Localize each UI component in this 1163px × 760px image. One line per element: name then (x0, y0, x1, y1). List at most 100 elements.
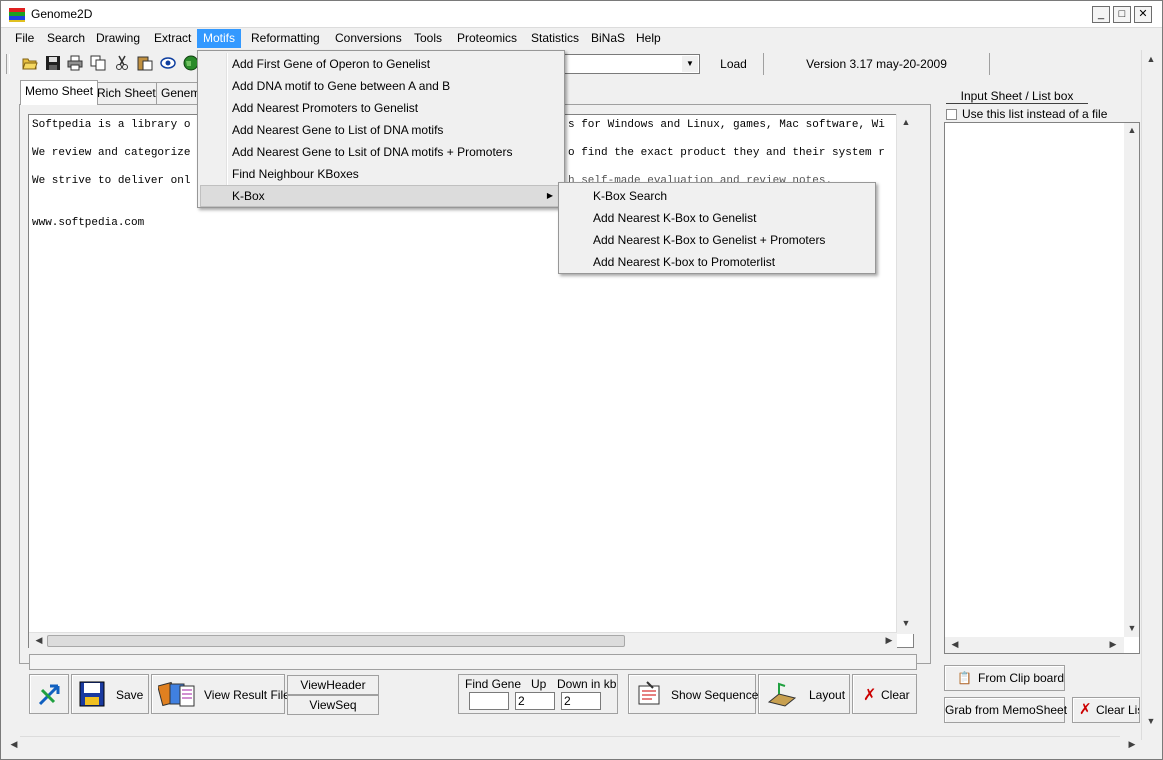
menu-item-add-nearest-kbox-genelist[interactable]: Add Nearest K-Box to Genelist (561, 207, 873, 229)
kbox-submenu: K-Box Search Add Nearest K-Box to Geneli… (558, 182, 876, 274)
menu-binas[interactable]: BiNaS (585, 29, 631, 48)
view-result-file-button[interactable]: View Result File (151, 674, 290, 714)
files-icon (158, 681, 195, 707)
memo-line: We strive to deliver onl (32, 175, 191, 187)
status-horizontal-scrollbar[interactable]: ◀ ▶ (11, 736, 1135, 752)
scroll-up-icon[interactable]: ▲ (1124, 125, 1140, 135)
open-folder-icon[interactable] (22, 55, 38, 71)
window-vertical-scrollbar[interactable]: ▲ ▼ (1141, 50, 1161, 740)
scroll-down-icon[interactable]: ▼ (898, 618, 914, 628)
menu-reformatting[interactable]: Reformatting (245, 29, 326, 48)
input-sheet-title: Input Sheet / List box (946, 89, 1088, 104)
scroll-down-icon[interactable]: ▼ (1124, 623, 1140, 633)
memo-line: www.softpedia.com (32, 217, 145, 229)
grab-from-memo-button[interactable]: Grab from MemoSheet (944, 697, 1067, 723)
file-combo[interactable]: ▼ (560, 54, 700, 74)
clipboard-icon: 📋 (957, 671, 972, 685)
menu-tools[interactable]: Tools (408, 29, 448, 48)
scroll-up-icon[interactable]: ▲ (1143, 54, 1159, 64)
menu-proteomics[interactable]: Proteomics (451, 29, 523, 48)
version-label: Version 3.17 may-20-2009 (764, 53, 990, 75)
scroll-down-icon[interactable]: ▼ (1143, 716, 1159, 726)
show-sequence-label: Show Sequence (671, 688, 759, 702)
down-input[interactable]: 2 (561, 692, 601, 710)
menu-item-add-first-gene[interactable]: Add First Gene of Operon to Genelist (200, 53, 562, 75)
scroll-left-icon[interactable]: ◀ (6, 739, 22, 750)
paste-icon[interactable] (137, 55, 153, 71)
scroll-left-icon[interactable]: ◀ (947, 639, 963, 650)
list-horizontal-scrollbar[interactable]: ◀ ▶ (945, 637, 1124, 653)
menu-item-add-nearest-gene-motifs[interactable]: Add Nearest Gene to List of DNA motifs (200, 119, 562, 141)
minimize-button[interactable]: _ (1092, 6, 1110, 23)
progress-bar (29, 654, 917, 670)
memo-line-fragment: s for Windows and Linux, games, Mac soft… (568, 119, 885, 131)
menu-item-kbox[interactable]: K-Box ▶ (200, 185, 562, 207)
submenu-arrow-icon: ▶ (546, 191, 553, 200)
from-clipboard-button[interactable]: 📋 From Clip board (944, 665, 1065, 691)
clear-button[interactable]: ✗ Clear (852, 674, 917, 714)
close-button[interactable]: ✕ (1134, 6, 1152, 23)
eye-icon[interactable] (160, 55, 176, 71)
scroll-right-icon[interactable]: ▶ (1105, 639, 1121, 650)
menu-extract[interactable]: Extract (148, 29, 197, 48)
menu-item-kbox-search[interactable]: K-Box Search (561, 185, 873, 207)
find-gene-input[interactable] (469, 692, 509, 710)
scroll-left-icon[interactable]: ◀ (31, 635, 47, 646)
menu-item-add-nearest-gene-motifs-promoters[interactable]: Add Nearest Gene to Lsit of DNA motifs +… (200, 141, 562, 163)
list-vertical-scrollbar[interactable]: ▲ ▼ (1124, 123, 1139, 637)
print-icon[interactable] (67, 55, 83, 71)
load-button[interactable]: Load (704, 53, 764, 75)
from-clipboard-label: From Clip board (978, 671, 1065, 685)
menu-drawing[interactable]: Drawing (90, 29, 146, 48)
layout-label: Layout (809, 688, 846, 702)
menu-file[interactable]: File (9, 29, 40, 48)
view-result-file-label: View Result File (204, 688, 290, 702)
layout-button[interactable]: Layout (758, 674, 850, 714)
toolbar-grip[interactable] (6, 54, 10, 74)
menu-item-add-nearest-kbox-genelist-promoters[interactable]: Add Nearest K-Box to Genelist + Promoter… (561, 229, 873, 251)
scroll-thumb[interactable] (47, 635, 625, 647)
menu-conversions[interactable]: Conversions (329, 29, 408, 48)
clear-list-button[interactable]: ✗ Clear List (1072, 697, 1140, 723)
find-gene-label: Find Gene (465, 677, 522, 691)
find-gene-group: Find Gene Up Down in kb 2 2 (458, 674, 618, 714)
copy-icon[interactable] (90, 55, 106, 71)
clear-label: Clear (881, 688, 910, 702)
menu-motifs[interactable]: Motifs (197, 29, 242, 48)
show-sequence-button[interactable]: Show Sequence (628, 674, 759, 714)
menu-item-add-nearest-promoters[interactable]: Add Nearest Promoters to Genelist (200, 97, 562, 119)
menu-item-add-dna-motif[interactable]: Add DNA motif to Gene between A and B (200, 75, 562, 97)
maximize-button[interactable]: □ (1113, 6, 1131, 23)
use-list-label: Use this list instead of a file (962, 107, 1108, 121)
tab-memo-sheet[interactable]: Memo Sheet (20, 80, 99, 105)
scroll-up-icon[interactable]: ▲ (898, 117, 914, 127)
chevron-down-icon[interactable]: ▼ (682, 56, 698, 72)
arrow-tool-button[interactable] (29, 674, 69, 714)
tab-rich-sheet[interactable]: Rich Sheet (92, 82, 161, 104)
red-x-icon: ✗ (863, 687, 877, 704)
memo-horizontal-scrollbar[interactable]: ◀ ▶ (29, 632, 897, 648)
window-title: Genome2D (31, 7, 93, 21)
memo-vertical-scrollbar[interactable]: ▲ ▼ (896, 114, 914, 634)
menu-statistics[interactable]: Statistics (525, 29, 585, 48)
save-button[interactable]: Save (71, 674, 149, 714)
view-header-button[interactable]: ViewHeader (287, 675, 379, 695)
menu-bar: File Search Drawing Extract Motifs Refor… (1, 28, 1162, 49)
layout-icon (767, 682, 797, 707)
menu-item-add-nearest-kbox-promoterlist[interactable]: Add Nearest K-box to Promoterlist (561, 251, 873, 273)
view-seq-button[interactable]: ViewSeq (287, 695, 379, 715)
up-input[interactable]: 2 (515, 692, 555, 710)
sequence-icon (638, 681, 660, 705)
memo-line: Softpedia is a library o (32, 119, 191, 131)
menu-help[interactable]: Help (630, 29, 667, 48)
save-disk-icon[interactable] (45, 55, 61, 71)
menu-search[interactable]: Search (41, 29, 91, 48)
menu-item-find-neighbour-kboxes[interactable]: Find Neighbour KBoxes (200, 163, 562, 185)
motifs-dropdown-menu: Add First Gene of Operon to Genelist Add… (197, 50, 565, 208)
scroll-right-icon[interactable]: ▶ (881, 635, 897, 646)
use-list-checkbox[interactable] (946, 109, 957, 120)
cut-scissors-icon[interactable] (114, 55, 130, 71)
input-list-box[interactable] (944, 122, 1140, 654)
scroll-right-icon[interactable]: ▶ (1124, 739, 1140, 750)
memo-line: We review and categorize (32, 147, 191, 159)
